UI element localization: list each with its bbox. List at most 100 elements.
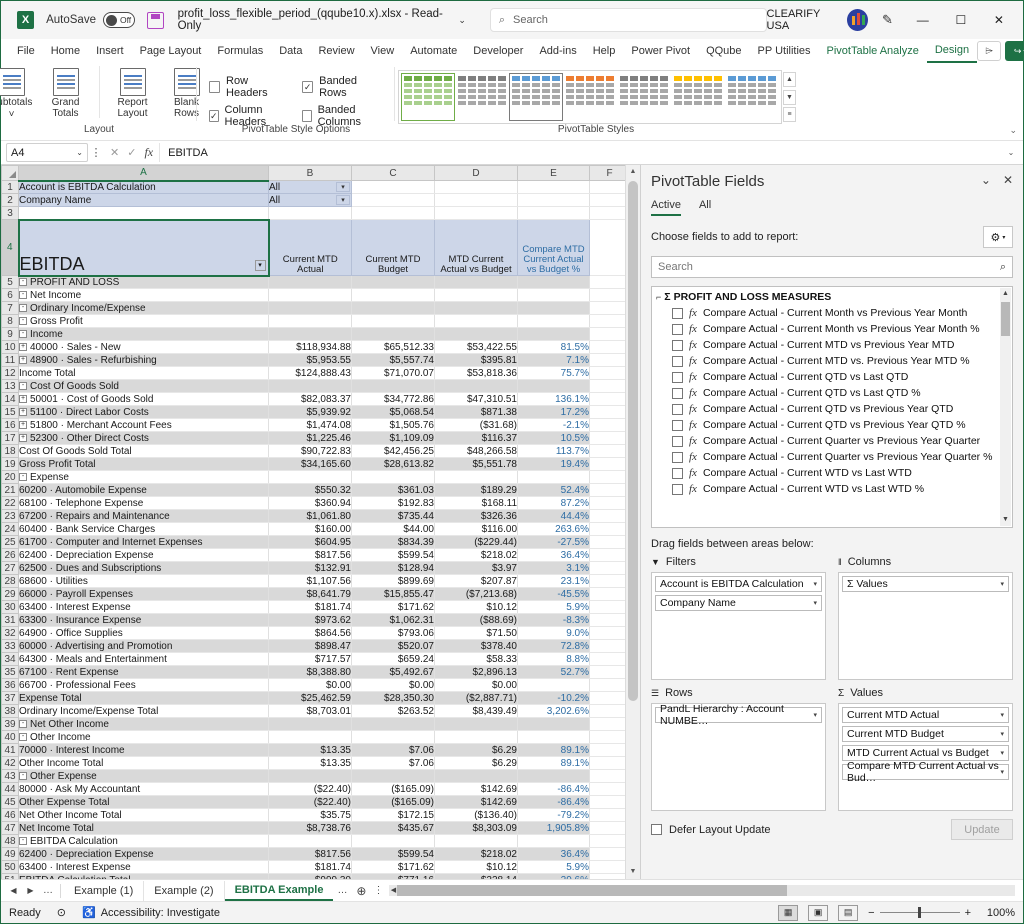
- row-label[interactable]: 70000 · Interest Income: [19, 744, 269, 757]
- zoom-handle[interactable]: [918, 907, 921, 918]
- maximize-button[interactable]: ☐: [945, 6, 977, 34]
- table-row[interactable]: 3666700 · Professional Fees$0.00$0.00$0.…: [2, 679, 630, 692]
- row-header-47[interactable]: 47: [2, 822, 19, 835]
- cell-percent[interactable]: 10.5%: [518, 432, 590, 445]
- field-item[interactable]: fxCompare Actual - Current MTD vs. Previ…: [654, 353, 1012, 369]
- cell-percent[interactable]: -8.3%: [518, 614, 590, 627]
- row-label[interactable]: Expense Total: [19, 692, 269, 705]
- row-header-42[interactable]: 42: [2, 757, 19, 770]
- add-sheet-icon[interactable]: ⊕: [351, 884, 371, 898]
- cell-value[interactable]: $5,939.92: [269, 406, 352, 419]
- cell-value[interactable]: [269, 380, 352, 393]
- panel-close-icon[interactable]: ✕: [1003, 173, 1013, 187]
- subtotals-button[interactable]: Subtotals ˅: [0, 66, 38, 120]
- cell-value[interactable]: $34,165.60: [269, 458, 352, 471]
- table-row[interactable]: 2268100 · Telephone Expense$360.94$192.8…: [2, 497, 630, 510]
- row-label[interactable]: -Cost Of Goods Sold: [19, 380, 269, 393]
- value-chip[interactable]: Current MTD Budget▾: [842, 726, 1009, 742]
- cell-empty[interactable]: [590, 653, 630, 666]
- cell-percent[interactable]: 5.9%: [518, 601, 590, 614]
- table-row[interactable]: 37Expense Total$25,462.59$28,350.30($2,8…: [2, 692, 630, 705]
- row-label[interactable]: +40000 · Sales - New: [19, 341, 269, 354]
- value-chip[interactable]: MTD Current Actual vs Budget▾: [842, 745, 1009, 761]
- cell-percent[interactable]: [518, 289, 590, 302]
- account-name[interactable]: CLEARIFY USA: [767, 8, 842, 32]
- cell-value[interactable]: $717.57: [269, 653, 352, 666]
- cell-empty[interactable]: [590, 705, 630, 718]
- pivottable-style-5[interactable]: [671, 73, 725, 121]
- checkbox-icon[interactable]: [209, 110, 219, 122]
- table-row[interactable]: 47Net Income Total$8,738.76$435.67$8,303…: [2, 822, 630, 835]
- field-item[interactable]: fxCompare Actual - Current Month vs Prev…: [654, 321, 1012, 337]
- cell-value[interactable]: $1,107.56: [269, 575, 352, 588]
- row-label[interactable]: 62500 · Dues and Subscriptions: [19, 562, 269, 575]
- ribbon-tab-insert[interactable]: Insert: [88, 39, 132, 63]
- row-header-13[interactable]: 13: [2, 380, 19, 393]
- row-header-46[interactable]: 46: [2, 809, 19, 822]
- cell-percent[interactable]: 263.6%: [518, 523, 590, 536]
- cell-empty[interactable]: [590, 796, 630, 809]
- cell-empty[interactable]: [590, 809, 630, 822]
- checkbox-icon[interactable]: [209, 81, 220, 93]
- table-row[interactable]: 43-Other Expense: [2, 770, 630, 783]
- cell-percent[interactable]: -10.2%: [518, 692, 590, 705]
- cell-value[interactable]: $8,439.49: [435, 705, 518, 718]
- row-label[interactable]: 68600 · Utilities: [19, 575, 269, 588]
- styles-more-icon[interactable]: ≡: [783, 107, 796, 122]
- cell-percent[interactable]: 29.6%: [518, 874, 590, 880]
- scroll-down-icon[interactable]: ▼: [626, 865, 640, 879]
- column-header-E[interactable]: E: [518, 166, 590, 181]
- field-item[interactable]: fxCompare Actual - Current MTD vs Previo…: [654, 337, 1012, 353]
- cell-value[interactable]: $7.06: [352, 744, 435, 757]
- cell-value[interactable]: [269, 731, 352, 744]
- cell-percent[interactable]: -79.2%: [518, 809, 590, 822]
- field-checkbox[interactable]: [672, 420, 683, 431]
- cell-value[interactable]: ($165.09): [352, 783, 435, 796]
- cell-percent[interactable]: -2.1%: [518, 419, 590, 432]
- cell-value[interactable]: $1,225.46: [269, 432, 352, 445]
- cell-value[interactable]: $82,083.37: [269, 393, 352, 406]
- expand-collapse-icon[interactable]: -: [19, 837, 27, 845]
- row-header-16[interactable]: 16: [2, 419, 19, 432]
- panel-tab-all[interactable]: All: [699, 199, 711, 216]
- cell-value[interactable]: [269, 471, 352, 484]
- field-item[interactable]: fxCompare Actual - Current WTD vs Last W…: [654, 465, 1012, 481]
- filter-dropdown-icon[interactable]: ▾: [336, 182, 350, 192]
- cell-value[interactable]: $1,109.09: [352, 432, 435, 445]
- cell-empty[interactable]: [590, 367, 630, 380]
- table-row[interactable]: 14+50001 · Cost of Goods Sold$82,083.37$…: [2, 393, 630, 406]
- table-row[interactable]: 3567100 · Rent Expense$8,388.80$5,492.67…: [2, 666, 630, 679]
- cell-empty[interactable]: [590, 627, 630, 640]
- cell-percent[interactable]: [518, 731, 590, 744]
- filters-area[interactable]: ▼ Filters Account is EBITDA Calculation▾…: [651, 556, 826, 680]
- formula-bar-options-icon[interactable]: ⋮: [88, 146, 104, 159]
- cell-value[interactable]: $6.29: [435, 744, 518, 757]
- row-label[interactable]: +50001 · Cost of Goods Sold: [19, 393, 269, 406]
- field-item[interactable]: fxCompare Actual - Current WTD vs Last W…: [654, 481, 1012, 497]
- cell-value[interactable]: $5,953.55: [269, 354, 352, 367]
- row-header-10[interactable]: 10: [2, 341, 19, 354]
- cell-empty[interactable]: [590, 666, 630, 679]
- cell-value[interactable]: $207.87: [435, 575, 518, 588]
- cell-value[interactable]: [352, 731, 435, 744]
- row-header-30[interactable]: 30: [2, 601, 19, 614]
- cell-percent[interactable]: 17.2%: [518, 406, 590, 419]
- cell-empty[interactable]: [590, 575, 630, 588]
- style-option-row-headers[interactable]: Row Headers: [209, 75, 286, 99]
- row-header-49[interactable]: 49: [2, 848, 19, 861]
- horizontal-scroll-thumb[interactable]: [397, 885, 787, 896]
- cell-value[interactable]: $8,703.01: [269, 705, 352, 718]
- cell-value[interactable]: $1,474.08: [269, 419, 352, 432]
- row-header-27[interactable]: 27: [2, 562, 19, 575]
- view-normal-button[interactable]: ▦: [778, 905, 798, 921]
- table-row[interactable]: 51EBITDA Calculation Total$999.30$771.16…: [2, 874, 630, 880]
- cell-value[interactable]: [269, 328, 352, 341]
- row-label[interactable]: Other Income Total: [19, 757, 269, 770]
- row-header-35[interactable]: 35: [2, 666, 19, 679]
- field-checkbox[interactable]: [672, 388, 683, 399]
- expand-collapse-icon[interactable]: +: [19, 343, 27, 351]
- ribbon-tab-pivottable-analyze[interactable]: PivotTable Analyze: [819, 39, 927, 63]
- pivot-filter-icon[interactable]: ▾: [255, 260, 266, 271]
- row-label[interactable]: -Other Expense: [19, 770, 269, 783]
- cell-value[interactable]: $817.56: [269, 848, 352, 861]
